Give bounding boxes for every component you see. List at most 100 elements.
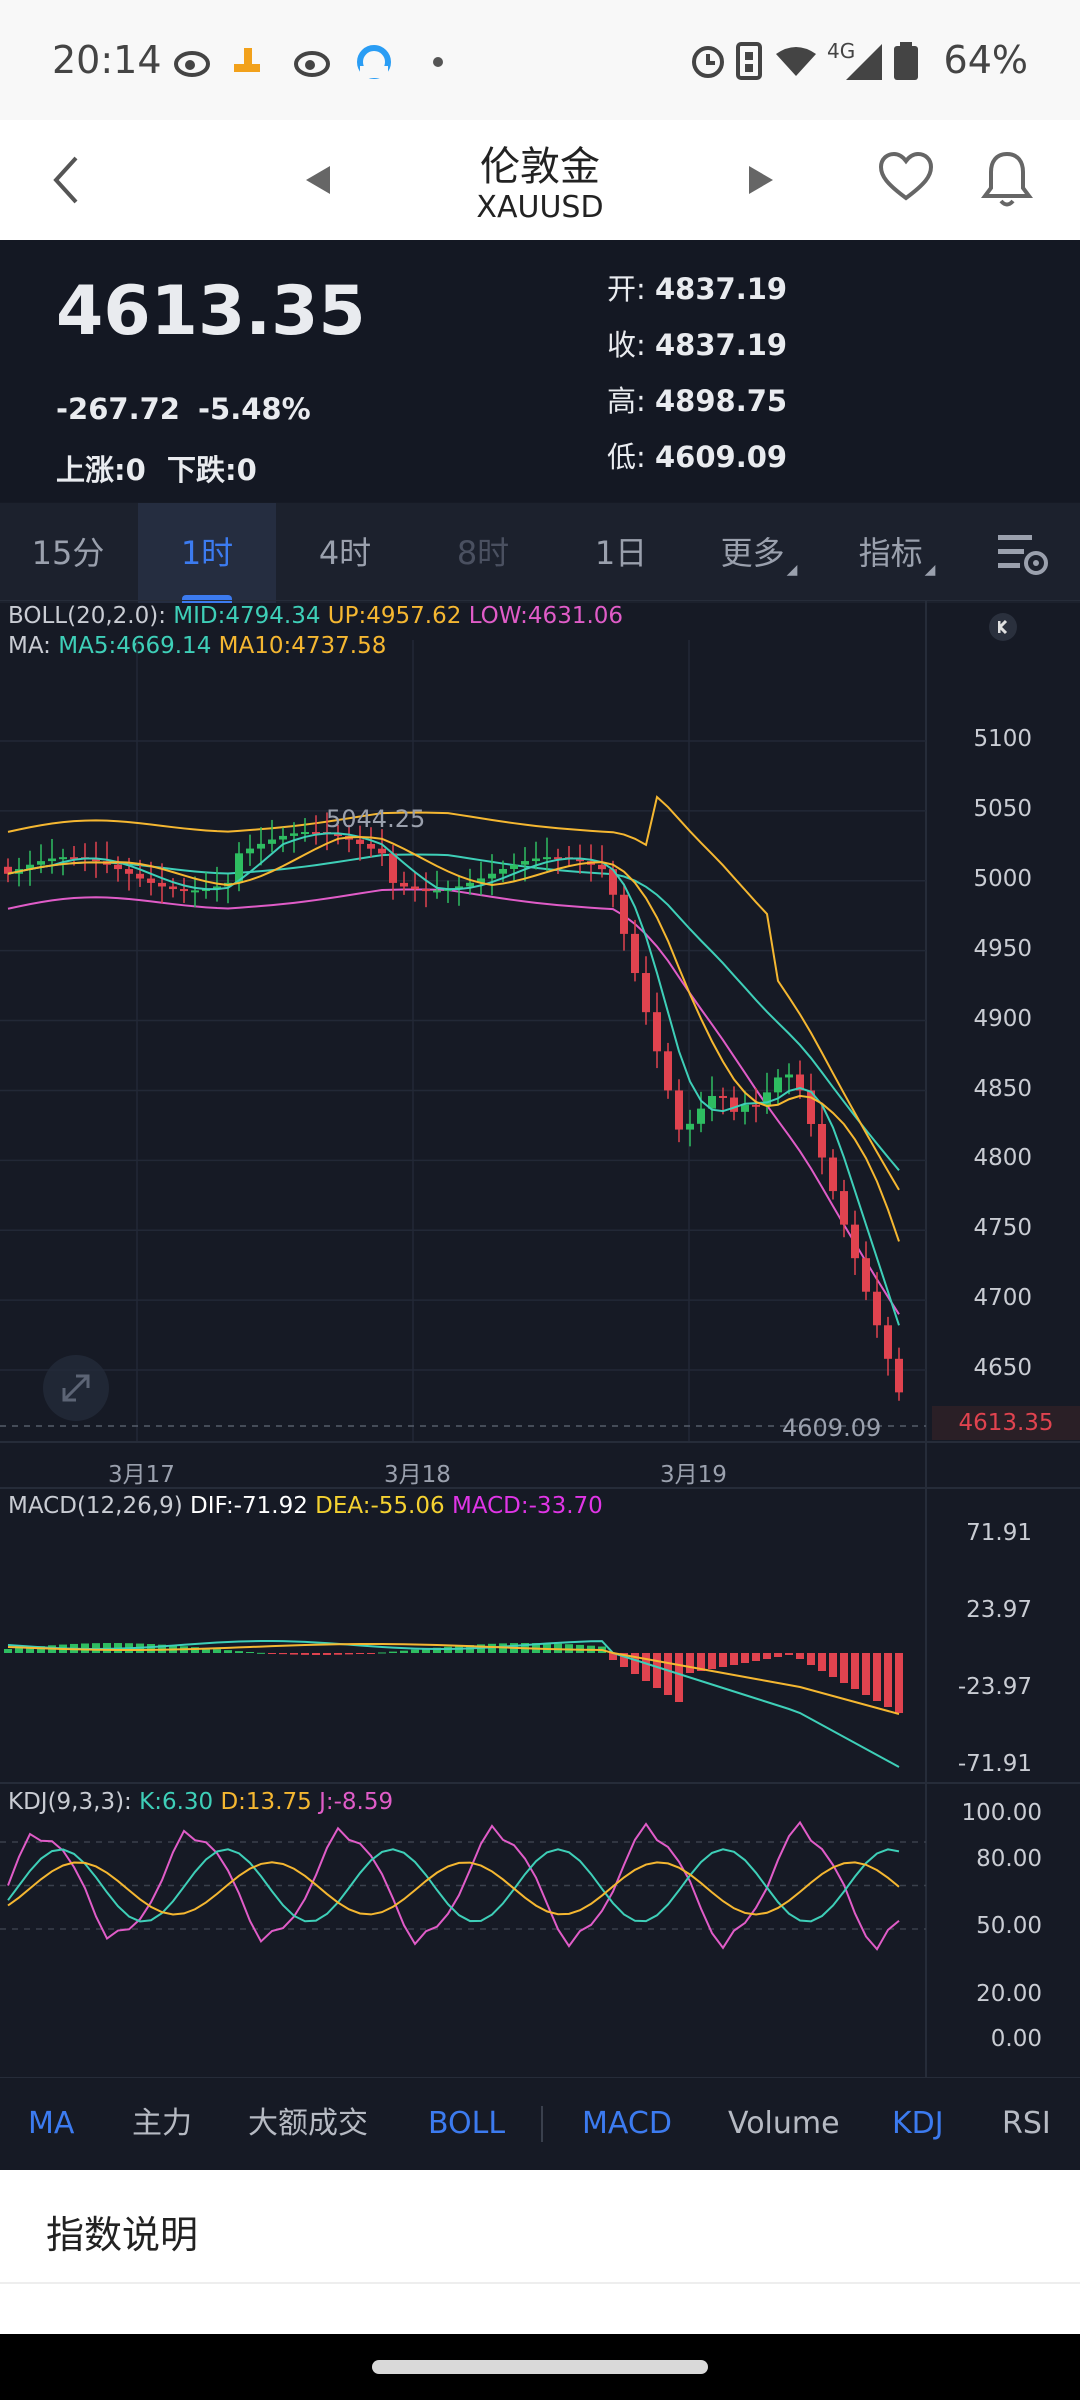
macd-histogram-bar (400, 1650, 408, 1653)
candle-body (257, 843, 265, 849)
macd-panel (4, 1640, 903, 1768)
high-marker: 5044.25 (326, 805, 426, 833)
next-symbol-icon[interactable] (745, 162, 779, 198)
tab-1d[interactable]: 1日 (552, 503, 690, 603)
macd-histogram-bar (851, 1653, 859, 1689)
candle-body (48, 858, 56, 862)
open-row: 开: 4837.19 (607, 266, 787, 308)
kdj-tick-80: 80.00 (976, 1846, 1042, 1872)
macd-histogram-bar (257, 1652, 265, 1654)
macd-histogram-bar (312, 1653, 320, 1655)
indicator-rsi[interactable]: RSI (1002, 2078, 1051, 2170)
macd-histogram-bar (873, 1653, 881, 1701)
candle-body (268, 839, 276, 844)
candle-body (521, 861, 529, 865)
down-count: 下跌:0 (167, 453, 257, 487)
macd-dif-value: DIF:-71.92 (190, 1493, 308, 1519)
macd-histogram-bar (334, 1653, 342, 1655)
alert-bell-icon[interactable] (980, 148, 1034, 210)
x-date-0317: 3月17 (108, 1462, 175, 1488)
tab-indicators[interactable]: 指标 ◢ (828, 503, 966, 603)
candle-body (147, 878, 155, 883)
macd-legend-label: MACD(12,26,9) (8, 1493, 183, 1519)
macd-histogram-bar (730, 1653, 738, 1665)
macd-histogram-bar (15, 1648, 23, 1653)
kdj-legend-label: KDJ(9,3,3): (8, 1789, 132, 1815)
indicator-volume[interactable]: Volume (728, 2078, 840, 2170)
candle-body (664, 1051, 672, 1091)
candle-body (785, 1074, 793, 1078)
macd-histogram-bar (829, 1653, 837, 1677)
candle-body (169, 886, 177, 890)
indicator-kdj[interactable]: KDJ (892, 2078, 944, 2170)
indicator-macd[interactable]: MACD (582, 2078, 672, 2170)
more-notifications-dot (433, 57, 443, 67)
y-tick-4650: 4650 (973, 1355, 1032, 1381)
macd-histogram-bar (807, 1653, 815, 1665)
macd-legend: MACD(12,26,9) DIF:-71.92 DEA:-55.06 MACD… (8, 1493, 603, 1519)
macd-tick-2: 23.97 (966, 1597, 1032, 1623)
candle-body (631, 933, 639, 974)
kdj-tick-20: 20.00 (976, 1981, 1042, 2007)
macd-dea-value: DEA:-55.06 (315, 1493, 445, 1519)
y-tick-4750: 4750 (973, 1215, 1032, 1241)
app-root: 20:14 4G 64% 伦敦金 XAUUSD 4613.35 -267.72 … (0, 0, 1080, 2400)
kdj-legend: KDJ(9,3,3): K:6.30 D:13.75 J:-8.59 (8, 1789, 393, 1815)
kdj-k-line (7, 1848, 900, 1923)
index-info-section: 指数说明 (0, 2170, 1080, 2334)
candle-body (422, 889, 430, 892)
macd-tick-bottom: -71.91 (957, 1751, 1032, 1777)
kdj-j-value: J:-8.59 (319, 1789, 394, 1815)
tab-more[interactable]: 更多 ◢ (690, 503, 828, 603)
macd-histogram-bar (675, 1653, 683, 1702)
candle-body (774, 1077, 782, 1093)
candle-body (389, 853, 397, 883)
weibo-icon (174, 51, 210, 77)
candle-body (686, 1123, 694, 1130)
y-tick-4900: 4900 (973, 1006, 1032, 1032)
macd-histogram-bar (323, 1653, 331, 1655)
ma5-line (7, 832, 900, 1326)
fullscreen-expand-icon[interactable] (42, 1354, 110, 1422)
high-value: 4898.75 (655, 384, 788, 418)
battery-icon (894, 42, 918, 80)
tab-4h[interactable]: 4时 (276, 503, 414, 603)
tab-8h[interactable]: 8时 (414, 503, 552, 603)
last-price: 4613.35 (56, 272, 366, 351)
indicator-large-trades[interactable]: 大额成交 (248, 2078, 368, 2170)
chart-settings-icon[interactable] (996, 531, 1050, 577)
macd-histogram-bar (356, 1653, 364, 1654)
kdj-d-value: D:13.75 (220, 1789, 312, 1815)
macd-histogram-bar (752, 1653, 760, 1661)
macd-histogram-bar (884, 1653, 892, 1707)
macd-dif-line (7, 1640, 900, 1768)
candle-body (895, 1358, 903, 1393)
macd-histogram-bar (213, 1649, 221, 1653)
tab-15m[interactable]: 15分 (0, 503, 136, 603)
macd-histogram-bar (895, 1653, 903, 1713)
y-tick-5050: 5050 (973, 796, 1032, 822)
candle-body (488, 873, 496, 879)
kdj-k-value: K:6.30 (139, 1789, 214, 1815)
x-date-0318: 3月18 (384, 1462, 451, 1488)
indicator-ma[interactable]: MA (28, 2078, 74, 2170)
macd-histogram-bar (345, 1653, 353, 1655)
favorite-heart-icon[interactable] (877, 150, 935, 204)
macd-histogram-bar (642, 1653, 650, 1681)
macd-histogram-bar (268, 1653, 276, 1654)
candle-body (675, 1090, 683, 1130)
tab-1h[interactable]: 1时 (138, 503, 276, 603)
candle-body (400, 882, 408, 887)
macd-histogram-bar (763, 1653, 771, 1659)
candle-body (411, 886, 419, 890)
candle-body (290, 833, 298, 836)
home-gesture-pill[interactable] (372, 2360, 708, 2374)
close-label: 收: (607, 328, 646, 362)
candle-body (158, 882, 166, 887)
macd-histogram-bar (147, 1644, 155, 1653)
indicator-main-force[interactable]: 主力 (132, 2078, 192, 2170)
status-bar: 20:14 4G 64% (0, 0, 1080, 120)
indicator-boll[interactable]: BOLL (428, 2078, 505, 2170)
macd-histogram-bar (664, 1653, 672, 1695)
candle-body (620, 894, 628, 934)
